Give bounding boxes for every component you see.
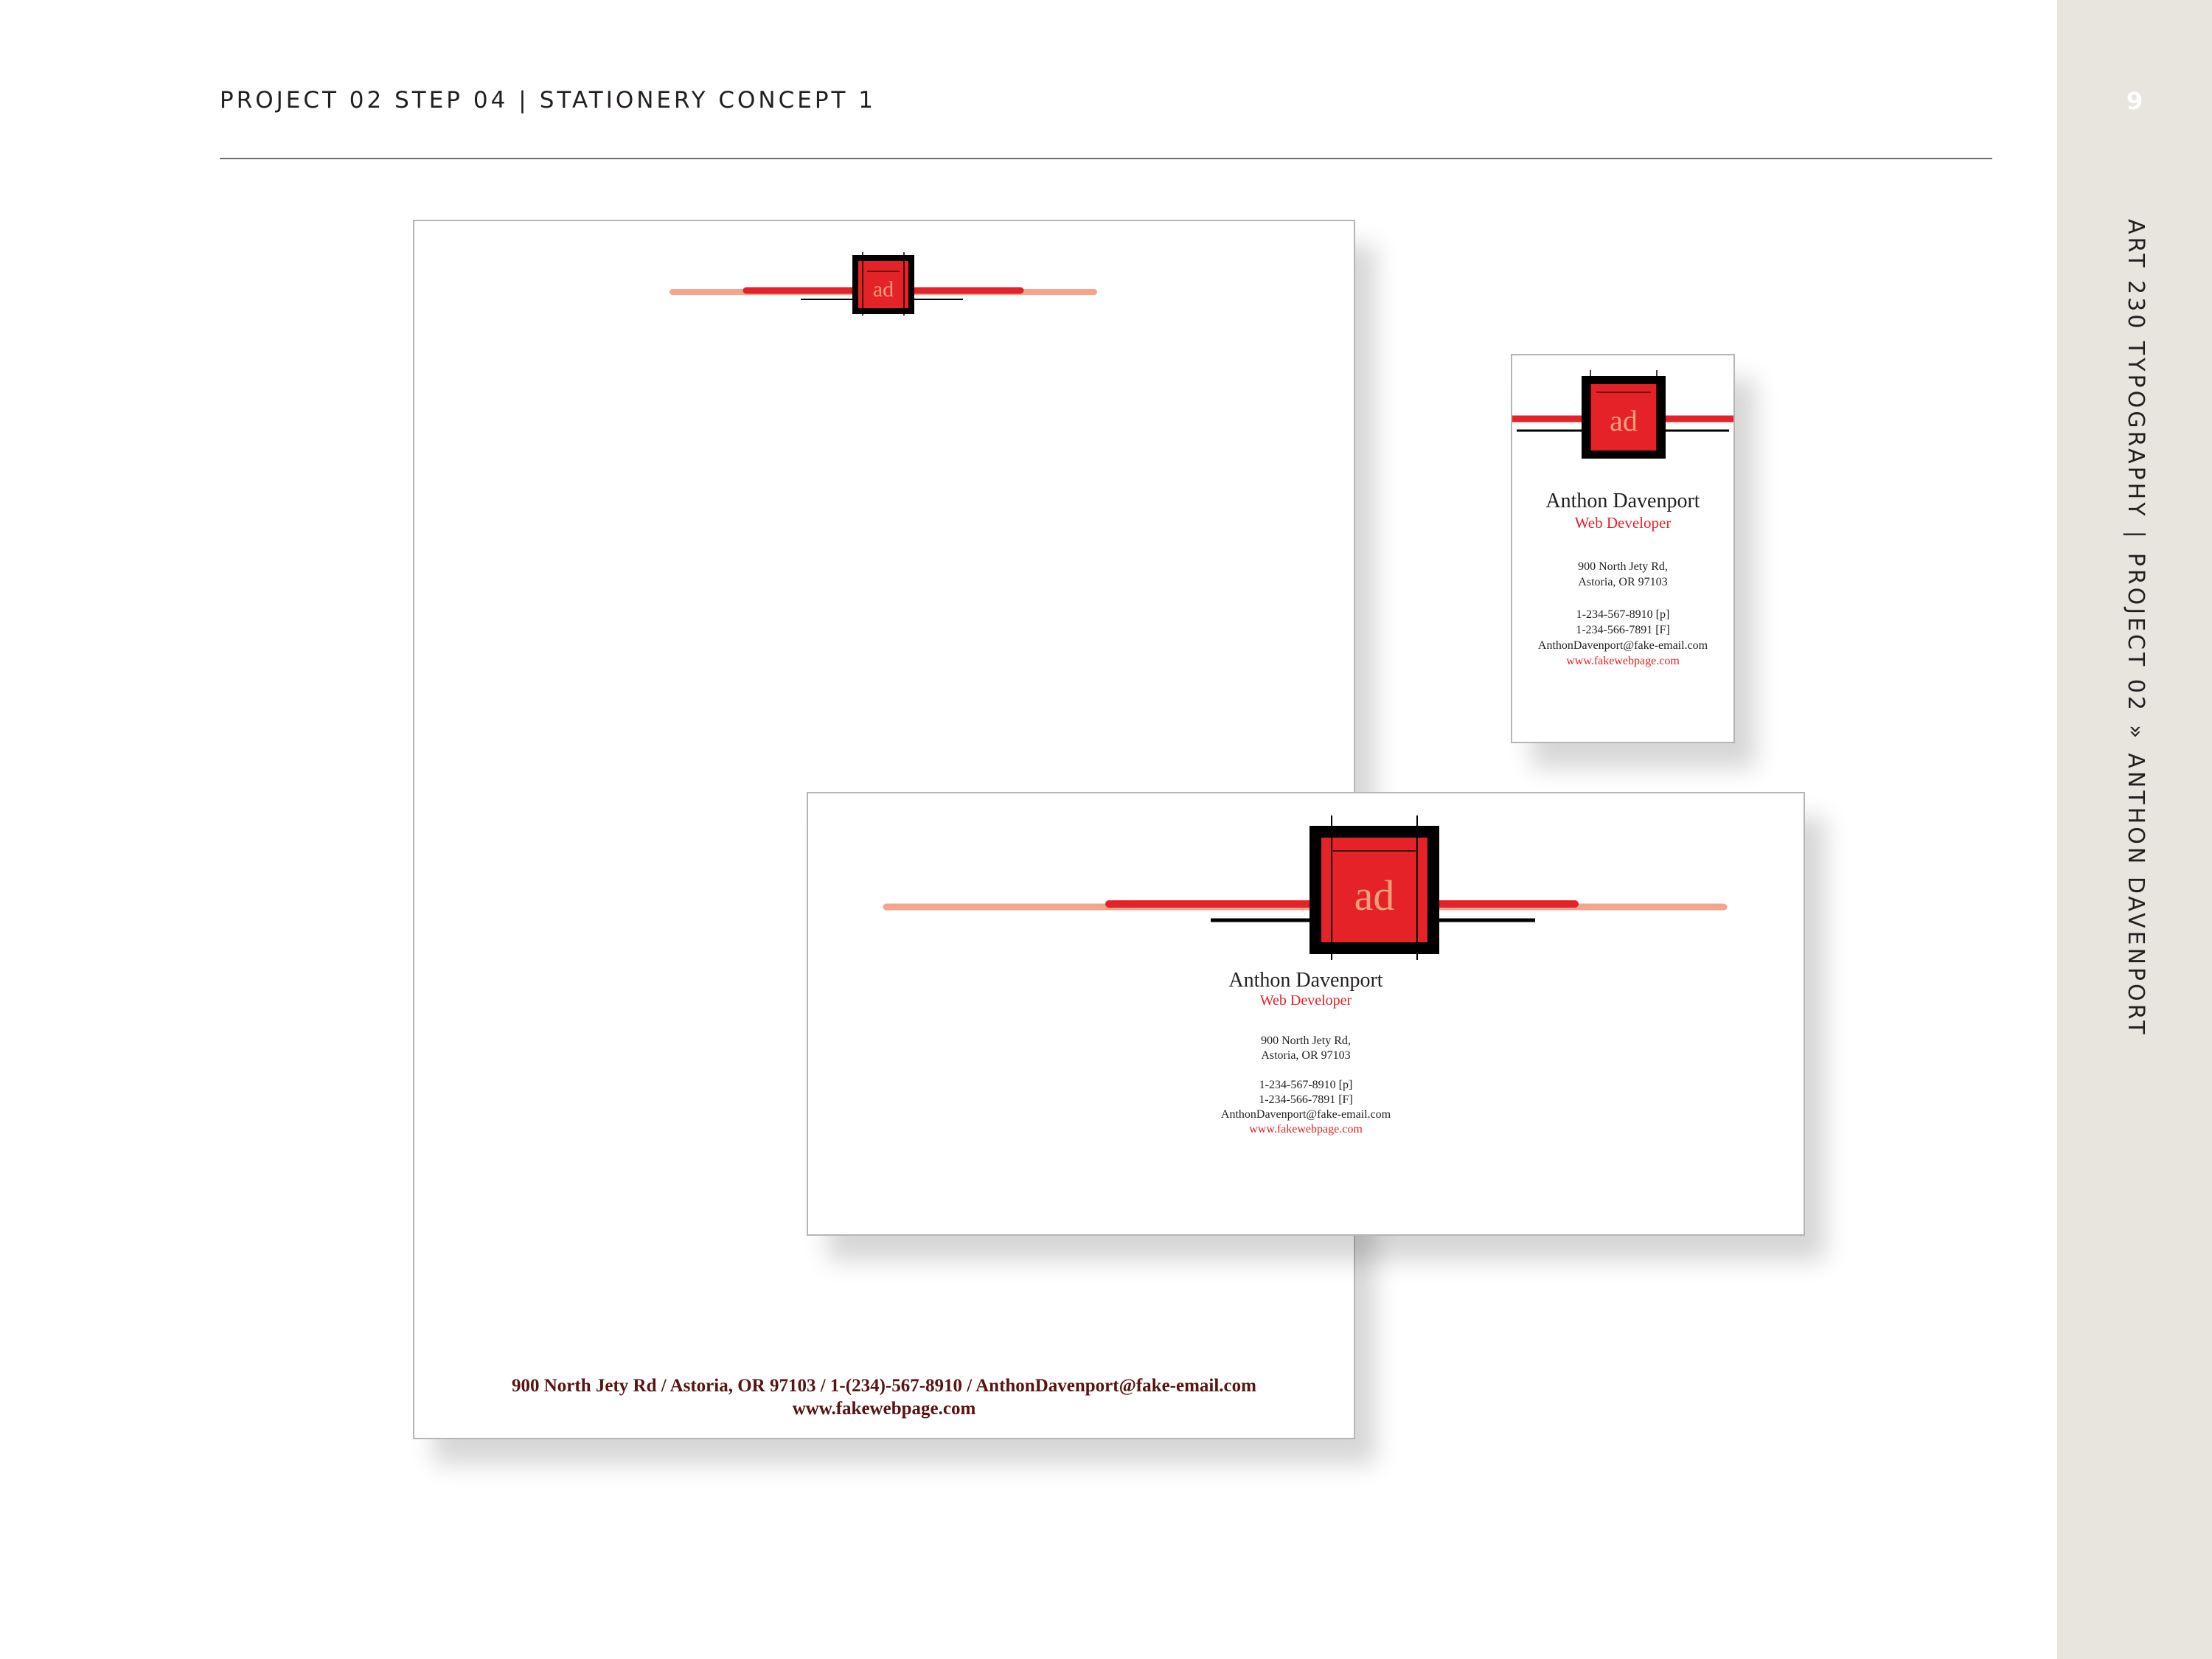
envelope-name: Anthon Davenport <box>1228 969 1383 992</box>
letterhead-footer-line1: 900 North Jety Rd / Astoria, OR 97103 / … <box>512 1376 1256 1396</box>
sidebar-vertical-title: ART 230 TYPOGRAPHY | PROJECT 02 » ANTHON DAV… <box>2123 219 2149 1037</box>
sidebar-author: ANTHON DAVENPORT <box>2123 753 2149 1037</box>
business-card-address-line1: 900 North Jety Rd, <box>1578 560 1668 573</box>
page-number: 9 <box>2126 87 2143 115</box>
envelope-address-line1: 900 North Jety Rd, <box>1261 1034 1351 1047</box>
letterhead-monogram: ad <box>873 277 894 302</box>
envelope-fax: 1-234-566-7891 [F] <box>1259 1093 1353 1106</box>
letterhead-logo: ad <box>669 252 1097 316</box>
business-card-website: www.fakewebpage.com <box>1566 655 1680 667</box>
envelope-address-line2: Astoria, OR 97103 <box>1261 1049 1351 1062</box>
envelope-address: 900 North Jety Rd, Astoria, OR 97103 <box>808 1034 1804 1063</box>
business-card-role: Web Developer <box>1574 514 1672 532</box>
header-title-right: STATIONERY CONCEPT 1 <box>539 87 877 114</box>
envelope-contact: 1-234-567-8910 [p] 1-234-566-7891 [F] An… <box>808 1078 1804 1137</box>
envelope-website: www.fakewebpage.com <box>1249 1123 1363 1135</box>
envelope-logo: ad <box>882 804 1730 960</box>
business-card-fax: 1-234-566-7891 [F] <box>1576 624 1670 636</box>
envelope: ad Anthon Davenport Web Developer 900 No… <box>807 792 1805 1236</box>
business-card-logo: ad <box>1512 363 1733 459</box>
business-card-email: AnthonDavenport@fake-email.com <box>1537 639 1708 652</box>
business-card-monogram: ad <box>1610 404 1638 437</box>
sidebar-chevron: » <box>2123 725 2149 742</box>
business-card: ad Anthon Davenport Web Developer 900 No… <box>1511 354 1735 743</box>
sidebar-divider: | <box>2123 530 2149 541</box>
envelope-role: Web Developer <box>1259 992 1352 1009</box>
envelope-phone: 1-234-567-8910 [p] <box>1259 1079 1353 1091</box>
letterhead-footer: 900 North Jety Rd / Astoria, OR 97103 / … <box>414 1374 1354 1420</box>
letterhead-footer-line2: www.fakewebpage.com <box>792 1399 976 1419</box>
envelope-email: AnthonDavenport@fake-email.com <box>1220 1108 1391 1121</box>
header-divider: | <box>518 87 529 114</box>
business-card-phone: 1-234-567-8910 [p] <box>1576 608 1670 621</box>
header-rule <box>220 158 1992 159</box>
envelope-monogram: ad <box>1354 872 1395 919</box>
sidebar-course: ART 230 TYPOGRAPHY <box>2123 219 2149 519</box>
business-card-contact: 1-234-567-8910 [p] 1-234-566-7891 [F] An… <box>1512 607 1733 669</box>
business-card-name: Anthon Davenport <box>1545 490 1700 512</box>
page-header-title: PROJECT 02 STEP 04 | STATIONERY CONCEPT 1 <box>220 87 876 114</box>
sidebar-project: PROJECT 02 <box>2123 552 2149 714</box>
business-card-address-line2: Astoria, OR 97103 <box>1578 576 1668 588</box>
business-card-address: 900 North Jety Rd, Astoria, OR 97103 <box>1512 559 1733 590</box>
header-title-left: PROJECT 02 STEP 04 <box>220 87 509 114</box>
